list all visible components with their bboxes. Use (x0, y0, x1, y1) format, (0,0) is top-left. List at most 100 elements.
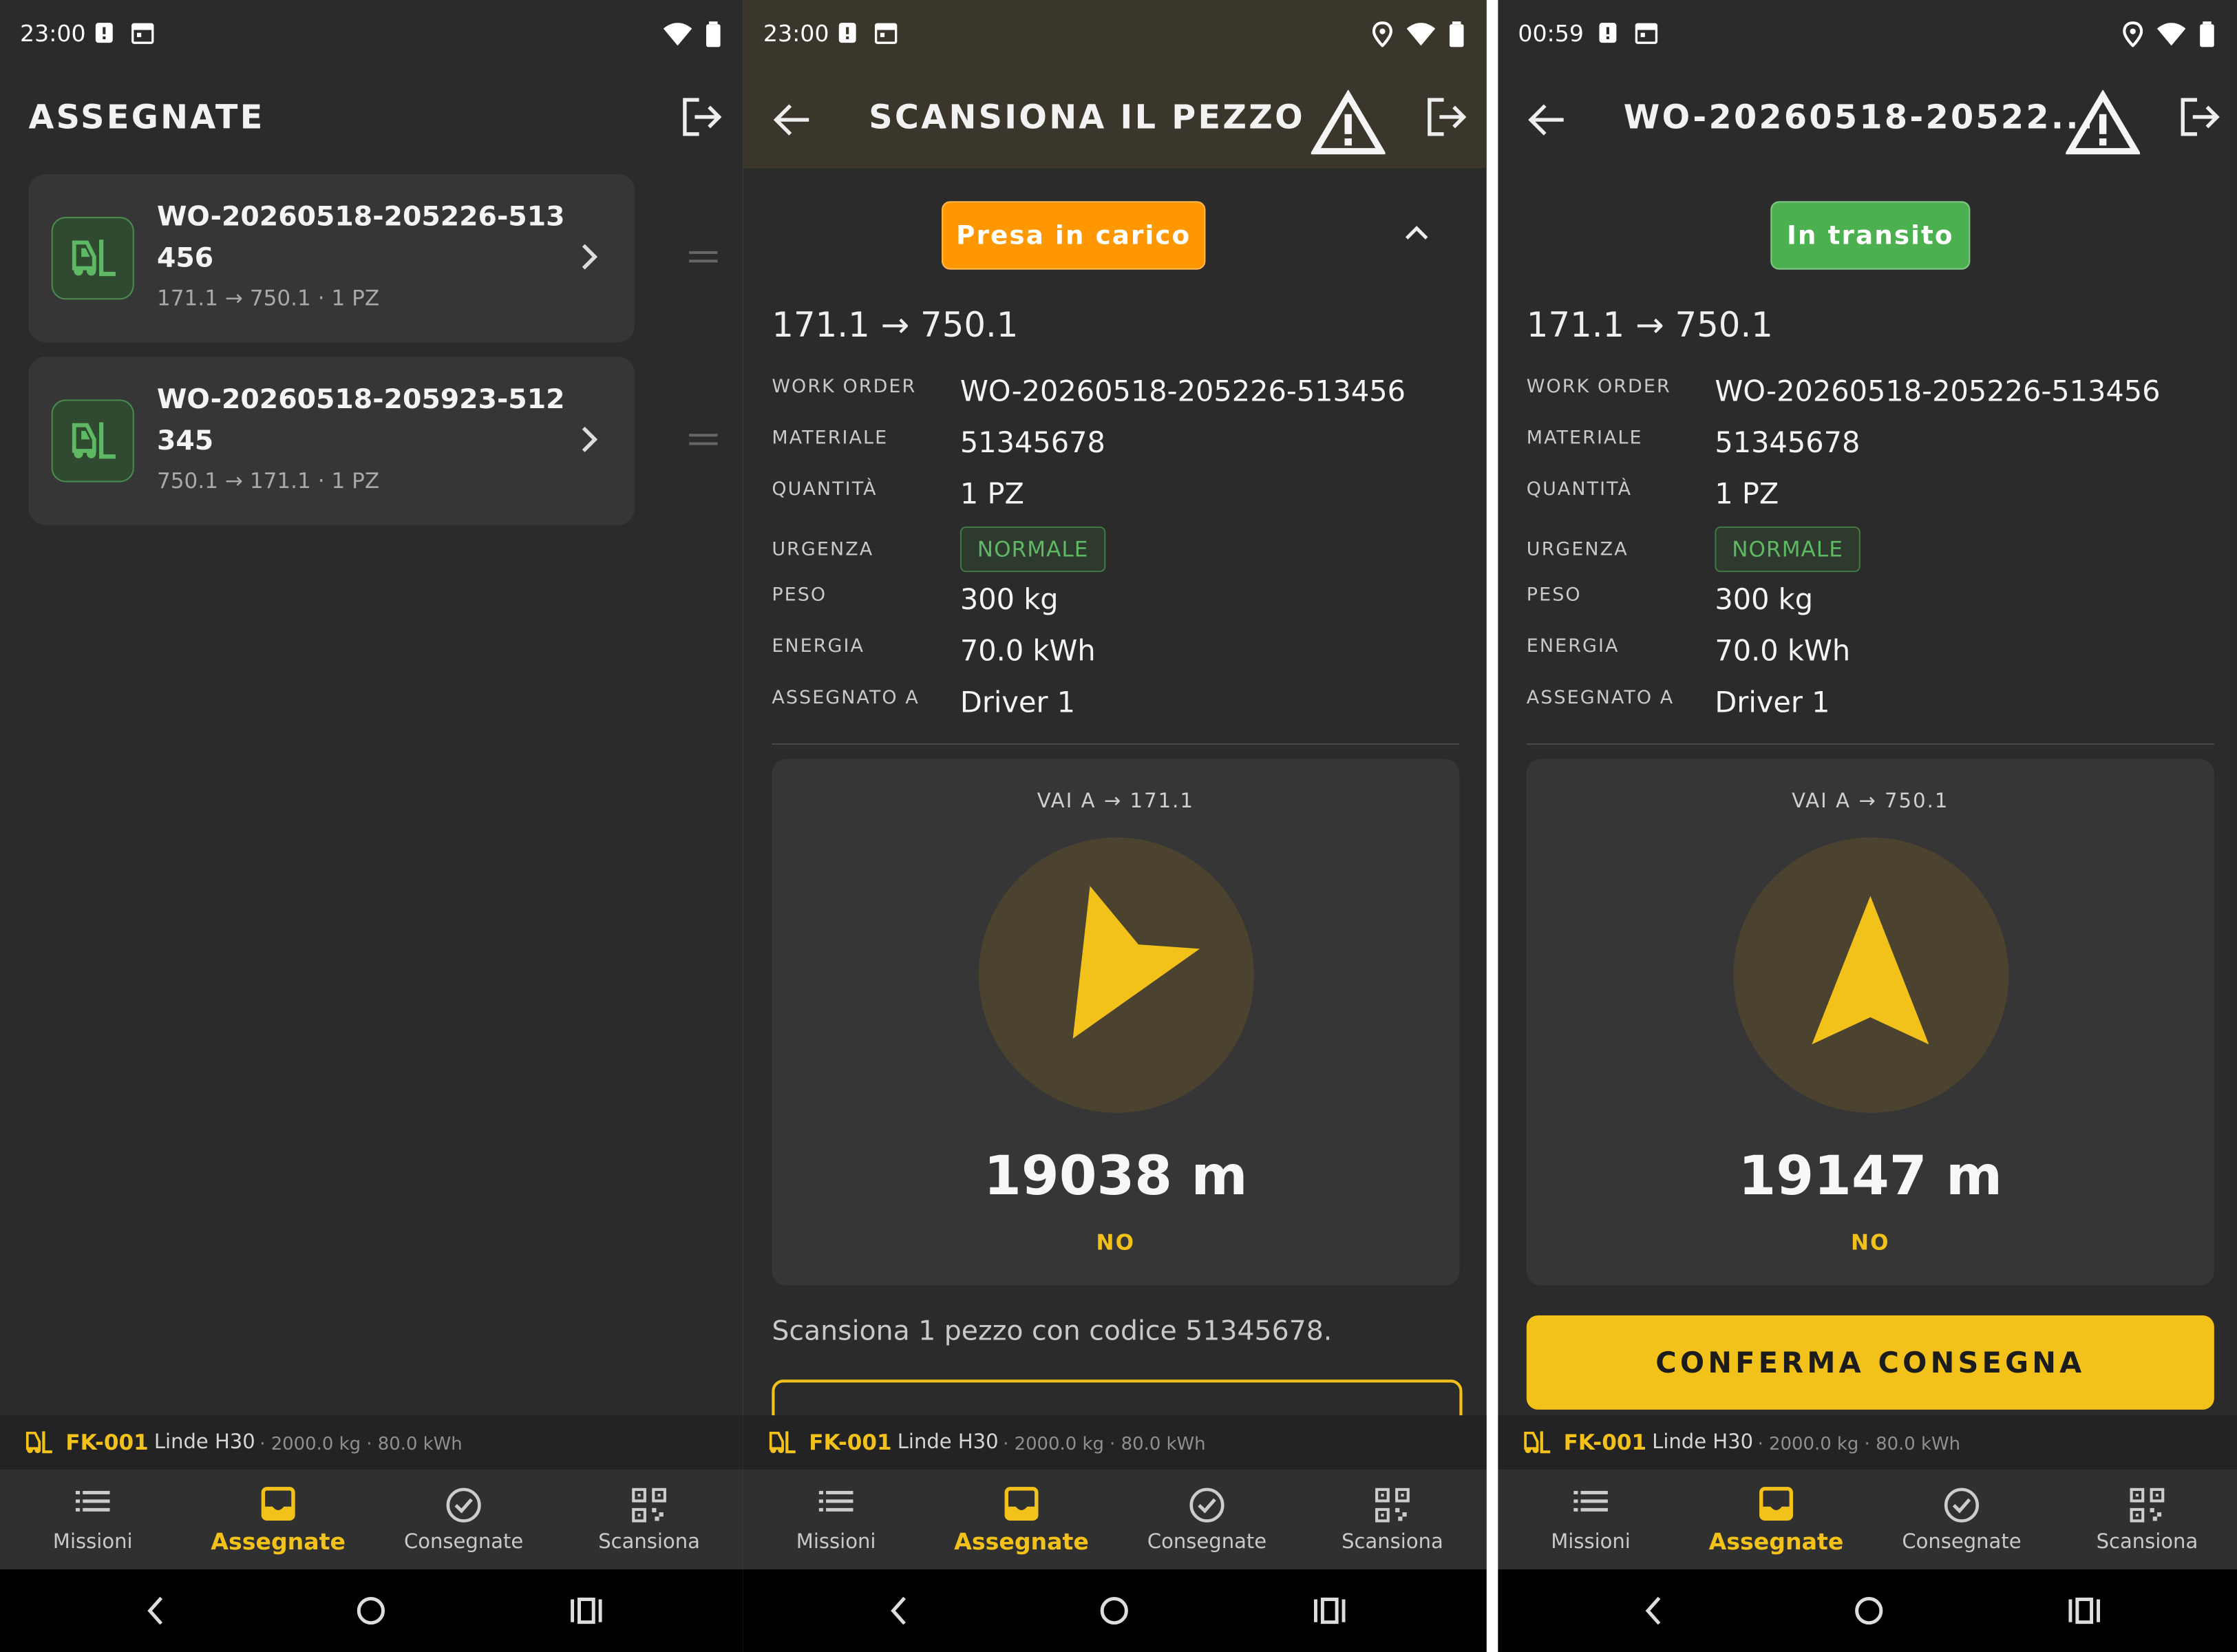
tab-label: Consegnate (1147, 1531, 1267, 1554)
detail-peso: 300 kg (960, 582, 1059, 617)
vehicle-bar: FK-001 Linde H30 · 2000.0 kg · 80.0 kWh (1498, 1415, 2237, 1470)
direction-label: NO (1851, 1229, 1890, 1256)
forklift-icon (1524, 1431, 1551, 1454)
detail-peso: 300 kg (1715, 582, 1814, 617)
tab-assegnate[interactable]: Assegnate (929, 1470, 1114, 1569)
drag-handle-icon[interactable] (689, 434, 718, 445)
screen-scansiona: 23:00 SCANSIONA IL PEZZO Presa in carico… (743, 0, 1487, 1652)
check-circle-icon (1944, 1487, 1980, 1523)
tab-consegnate[interactable]: Consegnate (1869, 1470, 2054, 1569)
assignment-card[interactable]: WO-20260518-205923-512345 750.1 → 171.1 … (28, 357, 635, 525)
check-circle-icon (446, 1487, 481, 1523)
vehicle-specs: · 2000.0 kg · 80.0 kWh (259, 1432, 463, 1454)
system-home-icon[interactable] (1099, 1593, 1130, 1628)
detail-label: PESO (772, 584, 827, 606)
scan-hint: Scansiona 1 pezzo con codice 51345678. (772, 1315, 1333, 1347)
goto-target: VAI A → 171.1 (1037, 790, 1194, 814)
vehicle-id: FK-001 (1563, 1429, 1647, 1456)
calendar-icon (1635, 23, 1658, 44)
tab-missioni[interactable]: Missioni (1498, 1470, 1683, 1569)
location-icon (1372, 21, 1392, 47)
page-title: ASSEGNATE (28, 100, 265, 137)
detail-label: WORK ORDER (772, 377, 917, 399)
compass-dial (1733, 837, 2009, 1113)
forklift-icon (25, 1431, 52, 1454)
system-home-icon[interactable] (355, 1593, 387, 1628)
qr-code-icon (1375, 1487, 1410, 1523)
forklift-icon (769, 1431, 796, 1454)
drag-handle-icon[interactable] (689, 251, 718, 263)
back-arrow-icon[interactable] (1527, 100, 1567, 140)
status-time: 23:00 (763, 20, 829, 47)
detail-energia: 70.0 kWh (1715, 633, 1851, 668)
vehicle-specs: · 2000.0 kg · 80.0 kWh (1003, 1432, 1206, 1454)
tab-label: Scansiona (598, 1531, 700, 1554)
route-summary: 750.1 → 171.1 · 1 PZ (156, 467, 380, 494)
tab-scansiona[interactable]: Scansiona (1300, 1470, 1485, 1569)
detail-label: ENERGIA (1526, 636, 1620, 658)
direction-label: NO (1096, 1229, 1136, 1256)
system-recents-icon[interactable] (2068, 1593, 2101, 1628)
confirm-delivery-button[interactable]: CONFERMA CONSEGNA (1526, 1315, 2214, 1410)
detail-work-order: WO-20260518-205226-513456 (960, 374, 1406, 408)
tab-label: Missioni (796, 1531, 876, 1554)
system-recents-icon[interactable] (1313, 1593, 1346, 1628)
sim-alert-icon (95, 23, 113, 43)
distance-readout: 19038 m (984, 1144, 1248, 1207)
direction-arrow-icon (1072, 886, 1200, 1039)
system-recents-icon[interactable] (571, 1593, 602, 1628)
system-home-icon[interactable] (1853, 1593, 1885, 1628)
detail-label: QUANTITÀ (772, 479, 878, 501)
calendar-icon (131, 23, 154, 44)
system-nav-bar (0, 1569, 743, 1652)
tab-label: Scansiona (1342, 1531, 1443, 1554)
route-heading: 171.1 → 750.1 (772, 305, 1019, 346)
logout-icon[interactable] (679, 94, 725, 140)
route-heading: 171.1 → 750.1 (1526, 305, 1773, 346)
back-arrow-icon[interactable] (772, 100, 812, 140)
detail-materiale: 51345678 (1715, 425, 1860, 460)
system-back-icon[interactable] (144, 1593, 167, 1628)
vehicle-id: FK-001 (65, 1429, 149, 1456)
tab-assegnate[interactable]: Assegnate (185, 1470, 370, 1569)
system-nav-bar (1498, 1569, 2237, 1652)
tab-consegnate[interactable]: Consegnate (371, 1470, 556, 1569)
work-order-id: WO-20260518-205923-512345 (156, 383, 565, 457)
goto-target: VAI A → 750.1 (1792, 790, 1949, 814)
tab-label: Assegnate (1708, 1527, 1844, 1556)
sim-alert-icon (1599, 23, 1617, 43)
app-stage: 23:00 ASSEGNATE WO-20260518-205226-51345… (0, 0, 2237, 1652)
divider-line (1526, 743, 2214, 745)
vehicle-specs: · 2000.0 kg · 80.0 kWh (1757, 1432, 1961, 1454)
system-back-icon[interactable] (887, 1593, 910, 1628)
warning-icon[interactable] (1311, 89, 1386, 156)
calendar-icon (874, 23, 898, 44)
assignment-card[interactable]: WO-20260518-205226-513456 171.1 → 750.1 … (28, 173, 635, 343)
tab-missioni[interactable]: Missioni (0, 1470, 185, 1569)
chevron-up-icon[interactable] (1404, 224, 1430, 241)
detail-label: MATERIALE (1526, 427, 1643, 449)
logout-icon[interactable] (2177, 94, 2223, 140)
route-summary: 171.1 → 750.1 · 1 PZ (156, 285, 380, 311)
detail-assegnato: Driver 1 (1715, 684, 1830, 719)
vehicle-bar: FK-001 Linde H30 · 2000.0 kg · 80.0 kWh (0, 1415, 743, 1470)
tab-scansiona[interactable]: Scansiona (2055, 1470, 2237, 1569)
tab-scansiona[interactable]: Scansiona (556, 1470, 741, 1569)
warning-icon[interactable] (2066, 89, 2141, 156)
app-bar: ASSEGNATE (0, 68, 743, 168)
page-title: SCANSIONA IL PEZZO (869, 100, 1305, 137)
wifi-icon (663, 23, 692, 46)
tab-missioni[interactable]: Missioni (743, 1470, 929, 1569)
wifi-icon (2156, 23, 2186, 46)
detail-label: ENERGIA (772, 636, 865, 658)
chevron-right-icon (582, 426, 598, 452)
detail-label: MATERIALE (772, 427, 889, 449)
status-bar: 00:59 (1498, 0, 2237, 68)
logout-icon[interactable] (1424, 94, 1470, 140)
tab-label: Missioni (1551, 1531, 1631, 1554)
tab-consegnate[interactable]: Consegnate (1114, 1470, 1300, 1569)
detail-label: URGENZA (772, 539, 874, 561)
tab-assegnate[interactable]: Assegnate (1684, 1470, 1869, 1569)
vehicle-model: Linde H30 (1652, 1430, 1754, 1454)
system-back-icon[interactable] (1642, 1593, 1665, 1628)
